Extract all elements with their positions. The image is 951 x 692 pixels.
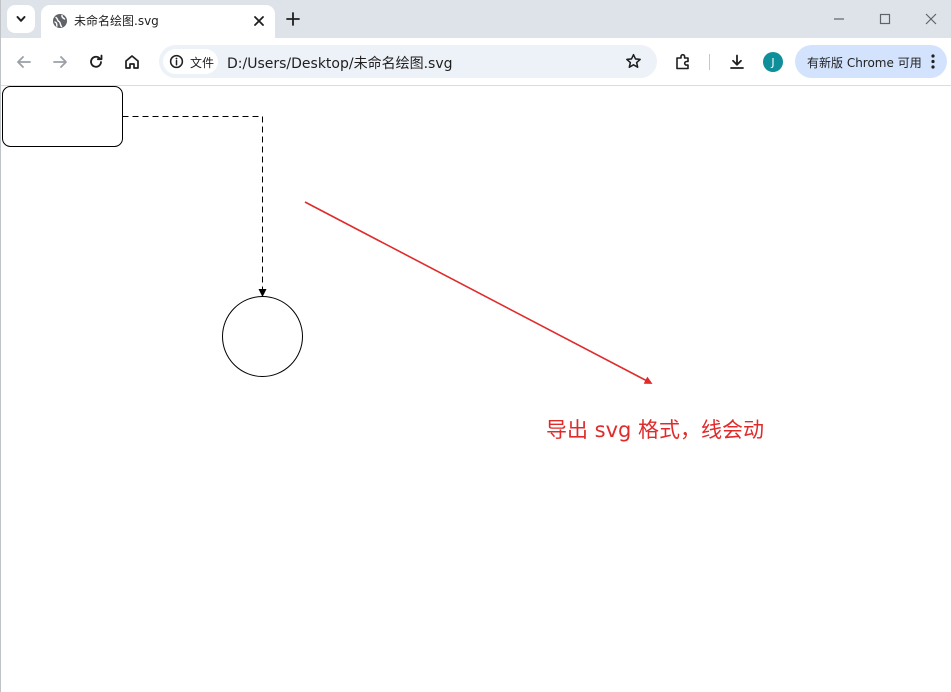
red-arrow-line bbox=[304, 201, 653, 384]
home-icon[interactable] bbox=[122, 52, 142, 72]
minimize-icon[interactable] bbox=[829, 9, 849, 29]
chevron-down-icon bbox=[16, 16, 26, 22]
address-bar[interactable]: 文件 D:/Users/Desktop/未命名绘图.svg bbox=[159, 45, 657, 78]
info-icon bbox=[169, 54, 184, 69]
rounded-rect-node bbox=[2, 86, 123, 147]
site-info-chip[interactable]: 文件 bbox=[163, 49, 218, 74]
profile-avatar[interactable]: J bbox=[763, 52, 783, 72]
puzzle-icon[interactable] bbox=[673, 52, 693, 72]
site-chip-label: 文件 bbox=[190, 56, 215, 70]
page-content: 导出 svg 格式，线会动 bbox=[1, 86, 951, 692]
annotation-text: 导出 svg 格式，线会动 bbox=[546, 418, 765, 442]
tab-search-button[interactable] bbox=[7, 5, 35, 33]
reload-icon[interactable] bbox=[86, 52, 106, 72]
download-icon[interactable] bbox=[727, 52, 747, 72]
tab-title: 未命名绘图.svg bbox=[74, 14, 159, 28]
active-tab[interactable]: 未命名绘图.svg bbox=[41, 5, 275, 38]
svg-drawing bbox=[2, 86, 653, 384]
toolbar-divider bbox=[709, 54, 710, 70]
url-text[interactable]: D:/Users/Desktop/未命名绘图.svg bbox=[227, 53, 453, 73]
update-label: 有新版 Chrome 可用 bbox=[807, 56, 922, 70]
maximize-icon[interactable] bbox=[875, 9, 895, 29]
globe-icon bbox=[53, 14, 67, 28]
update-chrome-button[interactable]: 有新版 Chrome 可用 bbox=[795, 45, 947, 78]
browser-toolbar: 文件 D:/Users/Desktop/未命名绘图.svg J 有新版 Chro… bbox=[1, 38, 951, 86]
dashed-connector bbox=[122, 116, 267, 297]
star-icon[interactable] bbox=[624, 52, 643, 71]
forward-arrow-icon[interactable] bbox=[50, 52, 70, 72]
plus-icon[interactable] bbox=[283, 9, 303, 29]
close-icon[interactable] bbox=[251, 13, 267, 29]
kebab-icon[interactable] bbox=[925, 53, 941, 70]
back-arrow-icon[interactable] bbox=[14, 52, 34, 72]
window-close-icon[interactable] bbox=[921, 9, 941, 29]
circle-node bbox=[222, 296, 303, 377]
tab-strip: 未命名绘图.svg bbox=[1, 0, 951, 38]
